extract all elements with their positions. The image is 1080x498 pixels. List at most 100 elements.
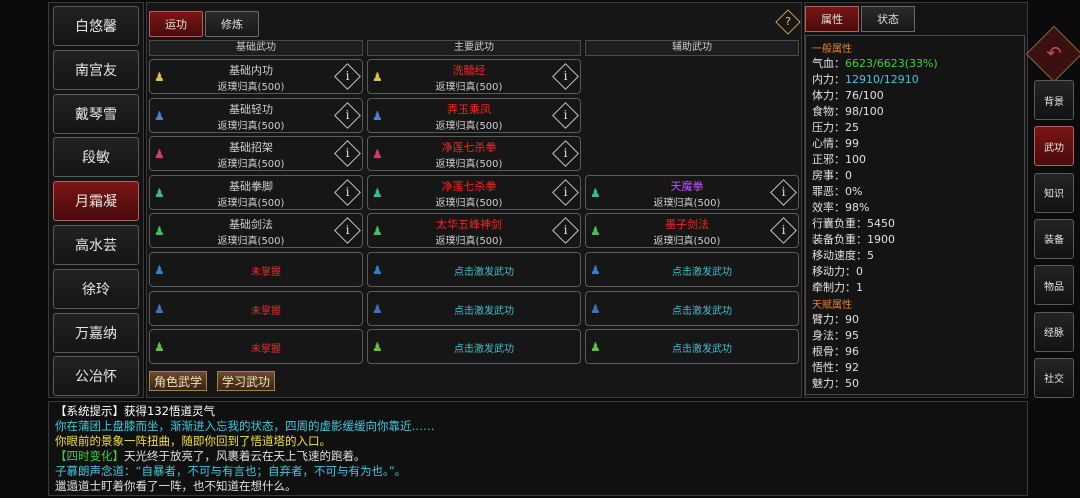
martial-slot[interactable]: ♟ 洗髓经 返璞归真(500) i [367,59,581,94]
character-button[interactable]: 公冶怀 [53,356,139,397]
martial-figure-icon: ♟ [154,185,165,200]
side-menu-button[interactable]: 武功 [1034,126,1074,167]
info-icon: i [563,146,568,161]
martial-empty-label: 点击激发武功 [672,305,732,317]
message-log[interactable]: 【系统提示】获得132悟道灵气 你在蒲团上盘膝而坐，渐渐进入忘我的状态，四周的虚影… [48,401,1028,496]
info-button[interactable]: i [552,63,579,90]
character-button[interactable]: 高水芸 [53,224,139,265]
attribute-value: 6623/6623(33%) [845,57,938,70]
martial-slot[interactable]: ♟ 基础招架 返璞归真(500) i [149,136,363,172]
martial-slot[interactable]: ♟ 弄玉乘凤 返璞归真(500) i [367,97,581,133]
attribute-row: 食物：98/100 [812,104,1018,120]
info-icon: i [781,223,786,238]
info-button[interactable]: i [334,63,361,90]
attribute-value: 95 [845,329,859,342]
martial-figure-icon: ♟ [372,340,383,355]
info-button[interactable]: i [552,217,579,245]
martial-figure-icon: ♟ [154,70,165,84]
character-button[interactable]: 万嘉纳 [53,312,139,353]
attribute-value: 0 [845,169,852,182]
martial-figure-icon: ♟ [590,340,601,355]
martial-slot[interactable]: ♟ 未掌握 [149,329,363,365]
martial-slot[interactable]: ♟ 点击激发武功 [367,252,581,287]
side-menu-button[interactable]: 知识 [1034,172,1074,213]
character-button[interactable]: 南宫友 [53,49,139,90]
martial-slot[interactable]: ♟ 点击激发武功 [367,329,581,365]
side-menu-button[interactable]: 物品 [1034,265,1074,306]
back-arrow-icon: ↶ [1046,43,1062,64]
martial-figure-icon: ♟ [372,108,383,123]
character-button[interactable]: 徐玲 [53,268,139,309]
info-button[interactable]: i [770,217,797,245]
martial-slot[interactable]: ♟ 点击激发武功 [585,329,799,365]
attribute-row: 压力：25 [812,120,1018,136]
attribute-row: 臂力：90 [812,312,1018,328]
log-line: 【系统提示】获得132悟道灵气 [55,404,1021,419]
martial-slot[interactable]: ♟ 未掌握 [149,290,363,326]
character-button[interactable]: 戴琴雪 [53,93,139,134]
attribute-list[interactable]: 一般属性 气血：6623/6623(33%) 内力：12910/12910 体力：76… [805,35,1025,395]
martial-slot[interactable]: ♟ 点击激发武功 [367,290,581,326]
learn-martial-button[interactable]: 学习武功 [217,371,276,391]
martial-empty-label: 点击激发武功 [454,267,514,278]
side-menu-button[interactable]: 经脉 [1034,311,1074,352]
tab-status[interactable]: 状态 [861,6,915,32]
tab-xiulian[interactable]: 修炼 [205,11,259,37]
info-button[interactable]: i [334,101,361,129]
side-menu-button[interactable]: 装备 [1034,218,1074,259]
attribute-label: 行囊负重： [812,217,867,230]
log-line: 你在蒲团上盘膝而坐，渐渐进入忘我的状态，四周的虚影缓缓向你靠近…… [55,419,1021,434]
attribute-panel: 属性 状态 一般属性 气血：6623/6623(33%) 内力：12910/1291… [804,2,1028,398]
martial-empty-label: 点击激发武功 [672,344,732,356]
info-button[interactable]: i [770,178,797,206]
attribute-label: 移动速度： [812,249,867,262]
martial-slot[interactable]: ♟ 基础拳脚 返璞归真(500) i [149,174,363,210]
martial-slot[interactable]: ♟ 天魔拳 返璞归真(500) i [585,174,799,210]
tab-attributes[interactable]: 属性 [805,6,859,32]
martial-slot[interactable]: ♟ 未掌握 [149,252,363,287]
character-button[interactable]: 段敏 [53,137,139,178]
martial-slot[interactable]: ♟ 基础剑法 返璞归真(500) i [149,213,363,249]
martial-slot[interactable]: ♟ 基础内功 返璞归真(500) i [149,59,363,94]
martial-slot[interactable]: ♟ 墨子剑法 返璞归真(500) i [585,213,799,249]
character-list: 白悠馨 南宫友 戴琴雪 段敏 月霜凝 高水芸 徐玲 万嘉纳 公冶怀 [48,2,144,398]
info-icon: i [345,69,350,83]
martial-slot[interactable]: ♟ 点击激发武功 [585,290,799,326]
side-menu-button[interactable]: 社交 [1034,357,1074,398]
info-icon: i [345,223,350,238]
side-menu-button[interactable]: 背景 [1034,80,1074,120]
info-button[interactable]: i [334,217,361,245]
character-button[interactable]: 月霜凝 [53,181,139,222]
martial-level: 返璞归真(500) [217,197,285,209]
martial-slot[interactable]: ♟ 净莲七杀拳 返璞归真(500) i [367,174,581,210]
log-line: 【四时变化】天光终于放亮了，风裹着云在天上飞速的跑着。 [55,449,1021,464]
martial-slot[interactable]: ♟ 基础轻功 返璞归真(500) i [149,97,363,133]
martial-slot[interactable]: ♟ 点击激发武功 [585,252,799,287]
info-button[interactable]: i [334,140,361,168]
help-button[interactable]: ? [775,9,801,35]
info-button[interactable]: i [552,101,579,129]
martial-name: 墨子剑法 [665,218,709,232]
tab-yungong[interactable]: 运功 [149,11,203,37]
log-prefix: 【四时变化】 [55,449,124,463]
attribute-row: 效率：98% [812,200,1018,216]
attribute-value: 1900 [867,233,895,246]
info-button[interactable]: i [552,178,579,206]
attribute-value: 96 [845,345,859,358]
log-text: 邋遢道士盯着你看了一阵，也不知道在想什么。 [55,479,297,493]
attribute-label: 内力： [812,73,845,86]
martial-figure-icon: ♟ [590,224,601,239]
back-button[interactable]: ↶ [1025,25,1080,83]
martial-slot[interactable]: ♟ 太华五峰神剑 返璞归真(500) i [367,213,581,249]
attribute-value: 100 [845,153,866,166]
attribute-label: 罪恶： [812,185,845,198]
info-button[interactable]: i [334,178,361,206]
attribute-value: 99 [845,137,859,150]
character-button[interactable]: 白悠馨 [53,6,139,46]
character-martial-button[interactable]: 角色武学 [149,371,208,391]
info-button[interactable]: i [552,140,579,168]
log-line: 你眼前的景象一阵扭曲，随即你回到了悟道塔的入口。 [55,434,1021,449]
martial-level: 返璞归真(500) [435,120,503,132]
martial-slot[interactable]: ♟ 净莲七杀拳 返璞归真(500) i [367,136,581,172]
martial-empty-label: 点击激发武功 [454,305,514,317]
